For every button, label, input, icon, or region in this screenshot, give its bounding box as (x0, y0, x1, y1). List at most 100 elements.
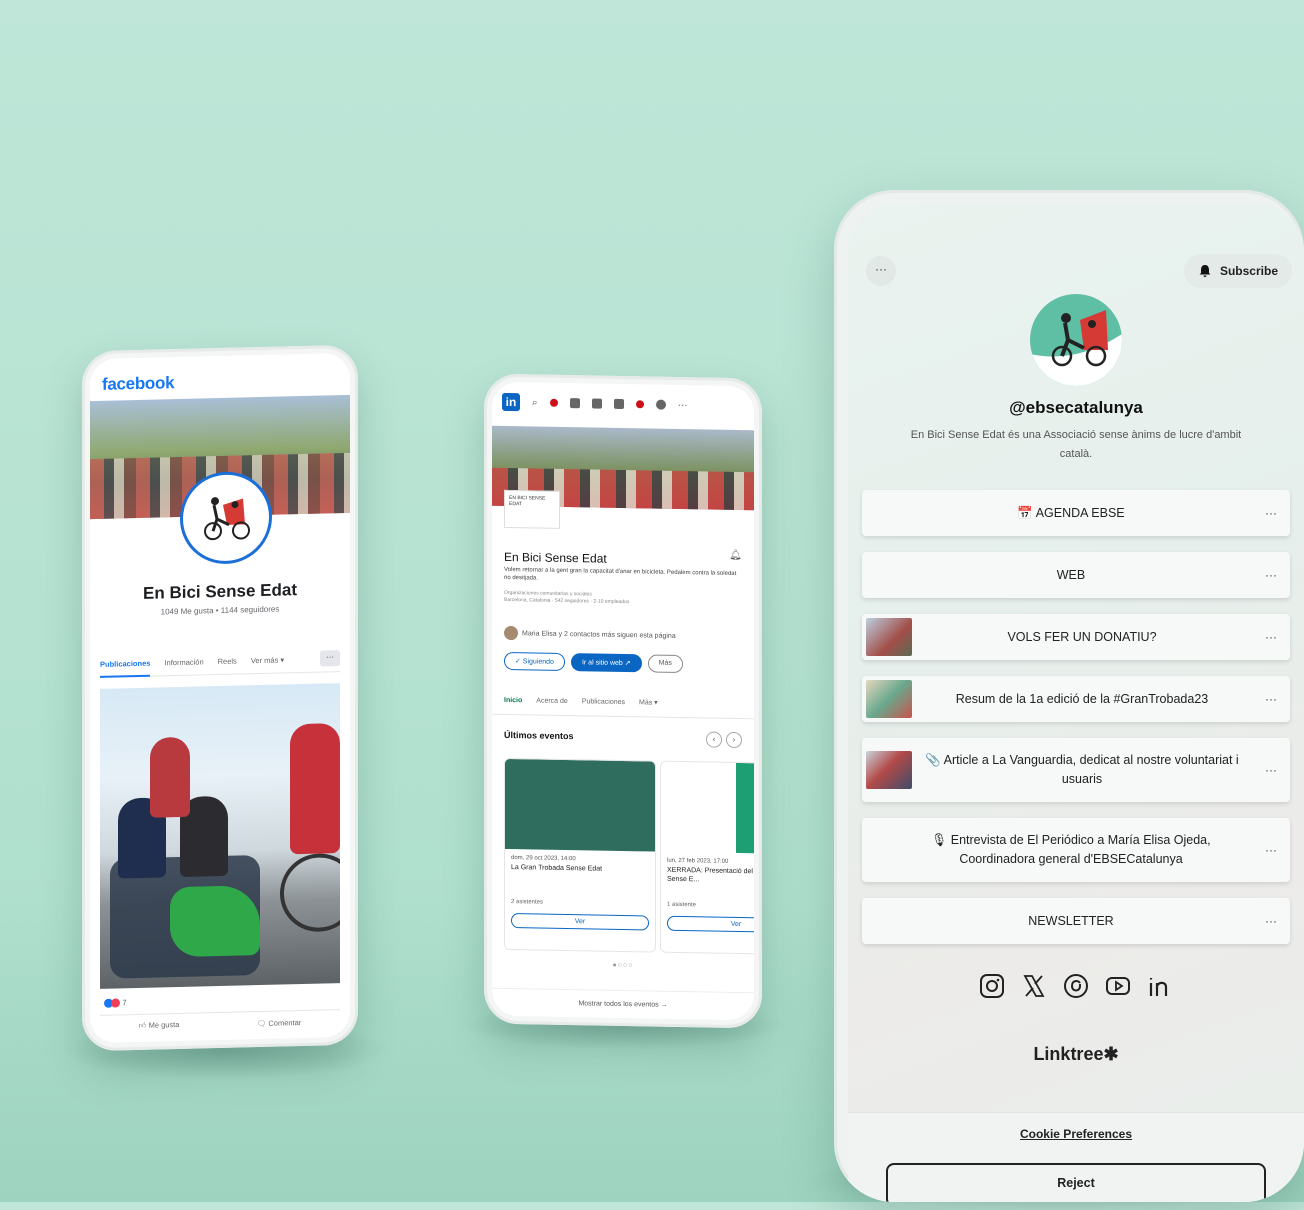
event-attendees: 1 asistente (661, 892, 754, 915)
facebook-logo[interactable]: facebook (102, 373, 174, 395)
linktree-screen: ··· Subscribe @ebsecatalunya En Bici Sen… (848, 204, 1304, 1202)
link-gran-trobada[interactable]: Resum de la 1a edició de la #GranTrobada… (862, 676, 1290, 722)
profile-handle: @ebsecatalunya (1009, 398, 1143, 417)
link-more-button[interactable]: ··· (1252, 692, 1290, 706)
comment-icon: 🗨︎ (256, 1018, 269, 1028)
more-icon[interactable]: ··· (678, 399, 688, 410)
profile-avatar[interactable] (180, 470, 272, 565)
profile-bio: En Bici Sense Edat és una Associació sen… (910, 429, 1242, 460)
tab-ver-mas[interactable]: Ver más ▾ (251, 655, 284, 665)
tab-publicaciones[interactable]: Publicaciones (100, 658, 151, 678)
link-donation[interactable]: VOLS FER UN DONATIU? ··· (862, 614, 1290, 660)
page-stats: 1049 Me gusta • 1144 seguidores (160, 604, 280, 617)
link-vanguardia[interactable]: 📎 Article a La Vanguardia, dedicat al no… (862, 738, 1290, 802)
more-options-button[interactable]: ··· (320, 650, 340, 667)
link-label: VOLS FER UN DONATIU? (1007, 629, 1157, 644)
bell-icon (1199, 265, 1211, 277)
link-more-button[interactable]: ··· (1252, 763, 1290, 777)
link-more-button[interactable]: ··· (1252, 914, 1290, 928)
tab-acerca[interactable]: Acerca de (536, 697, 568, 705)
event-card[interactable]: dom, 29 oct 2023, 14:00 La Gran Trobada … (504, 757, 656, 953)
more-button[interactable]: Más (647, 654, 683, 674)
website-button[interactable]: Ir al sitio web ↗ (570, 653, 642, 673)
home-icon[interactable] (591, 398, 602, 409)
reject-button[interactable]: Reject (886, 1163, 1266, 1202)
linkedin-phone: in ⌕ ··· EN BICI SENSE EDAT En Bici Sens… (484, 373, 762, 1029)
network-icon[interactable] (569, 398, 580, 409)
alerts-icon[interactable] (635, 400, 644, 409)
link-label: NEWSLETTER (1028, 913, 1114, 928)
instagram-icon[interactable] (978, 972, 1006, 1000)
linkedin-logo[interactable]: in (502, 392, 520, 412)
carousel-dots[interactable]: ●○○○ (492, 960, 754, 972)
linktree-phone: ··· Subscribe @ebsecatalunya En Bici Sen… (834, 190, 1304, 1202)
tab-reels[interactable]: Reels (218, 656, 237, 665)
link-more-button[interactable]: ··· (1252, 630, 1290, 644)
event-title: XERRADA: Presentació del projecte En Bic… (667, 866, 754, 884)
page-title: En Bici Sense Edat (504, 549, 607, 566)
subscribe-button[interactable]: Subscribe (1183, 254, 1292, 288)
view-event-button[interactable]: Ver (667, 915, 754, 934)
link-label: 📎 Article a La Vanguardia, dedicat al no… (925, 753, 1239, 786)
reaction-count: 7 (122, 998, 127, 1008)
followers-note: Maria Elisa y 2 contactos más siguen est… (504, 625, 676, 643)
event-card[interactable]: lun, 27 feb 2023, 17:00 XERRADA: Present… (660, 760, 754, 956)
linkedin-tabs: Inicio Acerca de Publicaciones Más ▾ (492, 685, 754, 720)
link-more-button[interactable]: ··· (1252, 568, 1290, 582)
facebook-screen: facebook En Bici Sense Edat 1049 Me gust… (90, 352, 350, 1044)
cookie-banner: Cookie Preferences Reject (848, 1112, 1304, 1202)
event-image (661, 761, 754, 855)
like-label: Me gusta (148, 1019, 180, 1030)
following-button[interactable]: ✓ Siguiendo (504, 651, 565, 671)
tab-publicaciones[interactable]: Publicaciones (582, 698, 625, 706)
avatar (504, 625, 518, 641)
post-actions: 👍︎ Me gusta 🗨︎ Comentar (100, 1009, 340, 1038)
facebook-phone: facebook En Bici Sense Edat 1049 Me gust… (82, 344, 358, 1052)
facebook-tabs: Publicaciones Información Reels Ver más … (100, 645, 340, 678)
show-all-events-link[interactable]: Mostrar todos los eventos → (492, 987, 754, 1011)
company-logo-text: EN BICI SENSE EDAT (509, 495, 546, 508)
notification-icon[interactable] (549, 398, 558, 407)
link-more-button[interactable]: ··· (1252, 843, 1290, 857)
events-heading: Últimos eventos (504, 729, 574, 742)
x-icon[interactable] (1020, 972, 1048, 1000)
love-reaction-icon (111, 998, 120, 1009)
menu-button[interactable]: ··· (866, 256, 896, 286)
chevron-left-icon[interactable]: ‹ (706, 731, 722, 748)
tab-inicio[interactable]: Inicio (504, 696, 522, 703)
company-logo: EN BICI SENSE EDAT (504, 489, 560, 529)
search-icon[interactable]: ⌕ (532, 397, 538, 408)
subscribe-label: Subscribe (1219, 264, 1278, 278)
link-agenda[interactable]: 📅 AGENDA EBSE ··· (862, 490, 1290, 536)
link-more-button[interactable]: ··· (1252, 506, 1290, 520)
page-title: En Bici Sense Edat (143, 580, 297, 603)
link-newsletter[interactable]: NEWSLETTER ··· (862, 898, 1290, 944)
attendees-text: 1 asistente (667, 901, 697, 909)
tab-mas[interactable]: Más ▾ (639, 698, 658, 706)
tab-informacion[interactable]: Información (164, 657, 203, 667)
link-thumbnail (866, 751, 912, 789)
page-meta: Organizaciones comunitarias y sociales B… (504, 590, 742, 608)
link-thumbnail (866, 618, 912, 656)
chevron-right-icon[interactable]: › (726, 731, 742, 749)
post-photo[interactable] (100, 683, 340, 989)
linktree-logo[interactable]: Linktree✱ (848, 1044, 1304, 1065)
like-button[interactable]: 👍︎ Me gusta (139, 1020, 180, 1031)
bell-icon[interactable]: 🔔︎ (729, 550, 742, 561)
youtube-icon[interactable] (1104, 972, 1132, 1000)
message-icon[interactable] (613, 398, 624, 410)
carousel-arrows: ‹ › (706, 731, 742, 749)
view-event-button[interactable]: Ver (511, 913, 649, 931)
followers-text: Maria Elisa y 2 contactos más siguen est… (522, 629, 676, 640)
link-periodico[interactable]: 🎙 Entrevista de El Periódico a María Eli… (862, 818, 1290, 882)
comment-button[interactable]: 🗨︎ Comentar (257, 1018, 302, 1028)
link-label: WEB (1056, 567, 1086, 582)
reactions[interactable]: 7 (104, 998, 127, 1009)
event-attendees: 2 asistentes (505, 889, 655, 912)
link-web[interactable]: WEB ··· (862, 552, 1290, 598)
threads-icon[interactable] (1062, 972, 1090, 1000)
linkedin-icon[interactable] (1146, 972, 1174, 1000)
action-buttons: ✓ Siguiendo Ir al sitio web ↗ Más (504, 651, 683, 674)
cookie-preferences-link[interactable]: Cookie Preferences (848, 1127, 1304, 1141)
profile-icon[interactable] (655, 399, 666, 410)
